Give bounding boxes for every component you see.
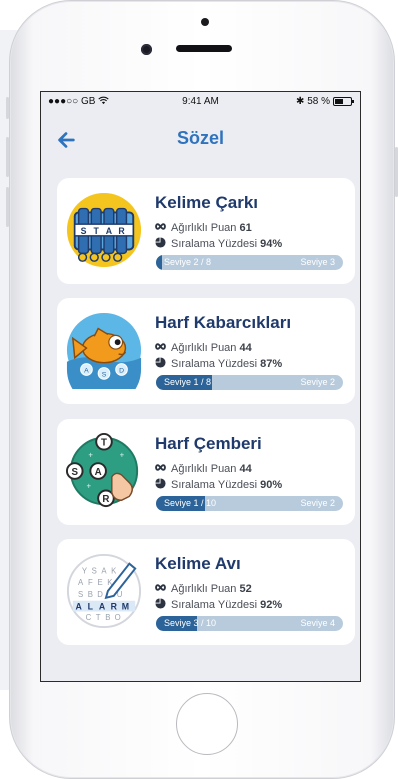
battery-fill bbox=[335, 99, 343, 104]
page-title: Sözel bbox=[176, 128, 224, 148]
svg-text:A: A bbox=[84, 367, 89, 374]
level-progress-bar: Seviye 1 / 10 Seviye 2 bbox=[156, 496, 343, 511]
svg-text:A: A bbox=[75, 602, 82, 612]
battery-icon bbox=[333, 97, 354, 106]
game-title: Harf Çemberi bbox=[155, 434, 262, 453]
next-level-label: Seviye 3 bbox=[300, 257, 335, 267]
svg-text:T: T bbox=[94, 226, 100, 236]
bluetooth-icon: ✱ bbox=[296, 96, 305, 107]
svg-text:+: + bbox=[88, 450, 93, 459]
svg-text:C: C bbox=[86, 613, 92, 622]
svg-text:R: R bbox=[102, 494, 109, 505]
weighted-points: Ağırlıklı Puan 61 bbox=[155, 221, 252, 234]
current-level-label: Seviye 3 / 10 bbox=[164, 618, 217, 628]
status-bar: ●●●○○ GB 9:41 AM ✱ 58 % bbox=[41, 92, 360, 112]
pie-chart-icon bbox=[155, 237, 166, 248]
level-progress-bar: Seviye 2 / 8 Seviye 3 bbox=[156, 255, 343, 270]
svg-text:A: A bbox=[95, 467, 102, 478]
infinity-icon bbox=[155, 584, 166, 591]
svg-text:T: T bbox=[96, 613, 101, 622]
svg-text:S: S bbox=[92, 566, 97, 575]
battery-percent: 58 % bbox=[307, 96, 330, 107]
mute-switch bbox=[6, 97, 9, 119]
pie-chart-icon bbox=[155, 478, 166, 489]
svg-text:E: E bbox=[97, 578, 102, 587]
current-level-label: Seviye 1 / 8 bbox=[164, 377, 212, 387]
game-title: Kelime Avı bbox=[155, 554, 241, 573]
ranking-percent: Sıralama Yüzdesi 92% bbox=[155, 598, 282, 611]
svg-text:O: O bbox=[115, 613, 121, 622]
infinity-icon bbox=[155, 464, 166, 471]
svg-text:M: M bbox=[122, 602, 129, 612]
game-title: Kelime Çarkı bbox=[155, 193, 258, 212]
game-card-harf-cemberi[interactable]: T S A R + + + Harf Çemberi Ağırlıklı Pua… bbox=[57, 419, 355, 525]
front-camera bbox=[141, 44, 152, 55]
ranking-percent: Sıralama Yüzdesi 94% bbox=[155, 237, 282, 250]
weighted-points: Ağırlıklı Puan 44 bbox=[155, 341, 252, 354]
ranking-percent: Sıralama Yüzdesi 87% bbox=[155, 357, 282, 370]
svg-text:+: + bbox=[86, 482, 91, 491]
svg-text:B: B bbox=[105, 613, 110, 622]
svg-text:D: D bbox=[119, 367, 124, 374]
home-button[interactable] bbox=[176, 693, 238, 755]
level-progress-bar: Seviye 1 / 8 Seviye 2 bbox=[156, 375, 343, 390]
svg-text:A: A bbox=[99, 602, 106, 612]
word-wheel-icon: S T A R bbox=[66, 192, 142, 268]
next-level-label: Seviye 2 bbox=[300, 498, 335, 508]
volume-down-button bbox=[6, 187, 9, 227]
infinity-icon bbox=[155, 343, 166, 350]
svg-text:S: S bbox=[81, 226, 87, 236]
current-level-label: Seviye 2 / 8 bbox=[164, 257, 212, 267]
ranking-percent: Sıralama Yüzdesi 90% bbox=[155, 478, 282, 491]
infinity-icon bbox=[155, 223, 166, 230]
svg-text:S: S bbox=[102, 371, 107, 378]
svg-text:T: T bbox=[101, 438, 107, 449]
svg-text:D: D bbox=[97, 590, 103, 599]
bubble-fish-icon: A S D bbox=[66, 312, 142, 389]
weighted-points: Ağırlıklı Puan 52 bbox=[155, 582, 252, 595]
weighted-points: Ağırlıklı Puan 44 bbox=[155, 462, 252, 475]
word-search-icon: YSAK AFEKT SBDEU CTBO ALARM bbox=[66, 553, 142, 629]
current-level-label: Seviye 1 / 10 bbox=[164, 498, 217, 508]
pie-chart-icon bbox=[155, 598, 166, 609]
svg-text:+: + bbox=[120, 450, 125, 459]
svg-text:R: R bbox=[111, 602, 118, 612]
game-card-kelime-avi[interactable]: YSAK AFEKT SBDEU CTBO ALARM Kelime Avı A… bbox=[57, 539, 355, 645]
volume-up-button bbox=[6, 137, 9, 177]
svg-text:F: F bbox=[88, 578, 93, 587]
next-level-label: Seviye 2 bbox=[300, 377, 335, 387]
svg-text:L: L bbox=[88, 602, 94, 612]
svg-text:K: K bbox=[111, 566, 117, 575]
game-title: Harf Kabarcıkları bbox=[155, 313, 292, 332]
svg-text:B: B bbox=[88, 590, 93, 599]
progress-fill bbox=[156, 255, 162, 270]
svg-text:A: A bbox=[106, 226, 113, 236]
letter-circle-icon: T S A R + + + bbox=[65, 432, 139, 508]
game-card-kelime-carki[interactable]: S T A R Kelime Çarkı Ağırlıklı Puan 61 S… bbox=[57, 178, 355, 284]
svg-text:A: A bbox=[101, 566, 107, 575]
app-screen: ●●●○○ GB 9:41 AM ✱ 58 % Sözel S T A R Ke… bbox=[40, 91, 361, 682]
svg-text:S: S bbox=[71, 467, 78, 478]
svg-text:Y: Y bbox=[82, 566, 88, 575]
svg-text:R: R bbox=[118, 226, 125, 236]
earpiece-speaker bbox=[176, 45, 232, 52]
pie-chart-icon bbox=[155, 357, 166, 368]
status-right: ✱ 58 % bbox=[296, 96, 330, 107]
nav-bar: Sözel bbox=[41, 112, 360, 170]
svg-text:S: S bbox=[78, 590, 83, 599]
proximity-sensor bbox=[201, 18, 209, 26]
game-card-harf-kabarciklari[interactable]: A S D Harf Kabarcıkları Ağırlıklı Puan 4… bbox=[57, 298, 355, 404]
level-progress-bar: Seviye 3 / 10 Seviye 4 bbox=[156, 616, 343, 631]
next-level-label: Seviye 4 bbox=[300, 618, 335, 628]
svg-text:A: A bbox=[78, 578, 84, 587]
